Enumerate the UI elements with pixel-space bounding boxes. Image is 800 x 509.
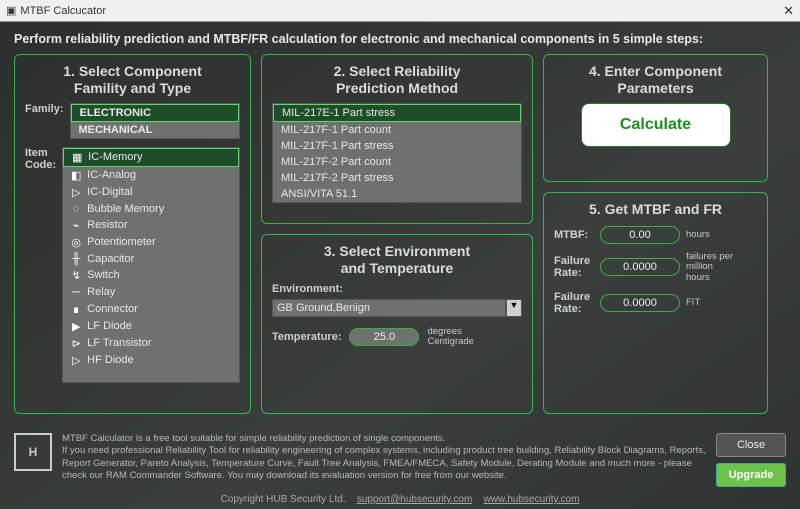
chip-icon: ◧ [69,169,83,182]
method-mil217e1-stress[interactable]: MIL-217E-1 Part stress [273,104,521,122]
temperature-input[interactable] [349,328,419,346]
temp-unit-l1: degrees [427,326,461,337]
item-lf-transistor[interactable]: ⊳LF Transistor [63,335,239,352]
method-mil217f2-stress[interactable]: MIL-217F-2 Part stress [273,170,521,186]
item-switch[interactable]: ↯Switch [63,267,239,284]
transistor-icon: ⊳ [69,337,83,350]
panel-results: 5. Get MTBF and FR MTBF: hours Failure R… [543,192,768,414]
resistor-icon: ⌁ [69,219,83,232]
family-item-mechanical[interactable]: MECHANICAL [71,122,239,138]
calculate-button[interactable]: Calculate [581,103,731,147]
fr2-label-l2: Rate: [554,303,582,315]
support-email-link[interactable]: support@hubsecurity.com [357,494,473,505]
itemcode-label-l1: Item [25,147,48,159]
item-hf-diode[interactable]: ▷HF Diode [63,352,239,369]
temp-unit-l2: Centigrade [427,336,473,347]
temperature-label: Temperature: [272,331,341,343]
item-resistor[interactable]: ⌁Resistor [63,217,239,234]
fr2-label-l1: Failure [554,291,590,303]
website-link[interactable]: www.hubsecurity.com [483,494,579,505]
fr1-label-l2: Rate: [554,267,582,279]
pot-icon: ◎ [69,236,83,249]
method-mil217f2-count[interactable]: MIL-217F-2 Part count [273,154,521,170]
item-capacitor[interactable]: ╫Capacitor [63,251,239,267]
intro-text: Perform reliability prediction and MTBF/… [14,32,786,46]
chip-icon: ▷ [69,186,83,199]
fr2-value[interactable] [600,294,680,312]
fr1-unit-l3: hours [686,272,710,283]
panel-environment: 3. Select Environment and Temperature En… [261,234,533,414]
fr1-unit-l2: million [686,261,713,272]
item-ic-memory[interactable]: ▦IC-Memory [63,148,239,167]
close-button[interactable]: Close [716,433,786,457]
method-list[interactable]: MIL-217E-1 Part stress MIL-217F-1 Part c… [272,103,522,203]
panel2-title-l1: 2. Select Reliability [334,63,461,79]
logo-icon: H [14,433,52,471]
title-bar: ▣ MTBF Calcucator ✕ [0,0,800,22]
environment-label: Environment: [272,283,522,295]
close-icon[interactable]: ✕ [783,3,794,19]
switch-icon: ↯ [69,269,83,282]
fr1-label-l1: Failure [554,255,590,267]
panel-select-component: 1. Select Component Famility and Type Fa… [14,54,251,414]
connector-icon: ∎ [69,303,83,316]
capacitor-icon: ╫ [69,253,83,265]
panel4-title-l2: Parameters [617,80,693,96]
family-list[interactable]: ELECTRONIC MECHANICAL [70,103,240,139]
environment-select[interactable]: GB Ground,Benign [272,299,506,317]
panel1-title-l1: 1. Select Component [63,63,201,79]
chip-icon: ▦ [70,151,84,164]
item-ic-analog[interactable]: ◧IC-Analog [63,167,239,184]
chevron-down-icon[interactable]: ▼ [506,299,522,317]
method-mil217f1-stress[interactable]: MIL-217F-1 Part stress [273,138,521,154]
itemcode-list[interactable]: ▦IC-Memory ◧IC-Analog ▷IC-Digital ◌Bubbl… [62,147,240,383]
app-body: Perform reliability prediction and MTBF/… [0,22,800,509]
mtbf-label: MTBF: [554,229,594,241]
footer-line1: MTBF Calculator is a free tool suitable … [62,433,706,445]
fr2-unit: FIT [686,298,700,308]
panel4-title-l1: 4. Enter Component [589,63,722,79]
family-item-electronic[interactable]: ELECTRONIC [71,104,239,122]
panel3-title-l1: 3. Select Environment [324,243,470,259]
mtbf-value[interactable] [600,226,680,244]
footer-line2: If you need professional Reliability Too… [62,445,706,482]
item-potentiometer[interactable]: ◎Potentiometer [63,234,239,251]
panel-parameters: 4. Enter Component Parameters Calculate [543,54,768,182]
diode-icon: ▷ [69,354,83,367]
copyright-text: Copyright HUB Security Ltd. [221,494,346,505]
fr1-value[interactable] [600,258,680,276]
panel1-title-l2: Famility and Type [74,80,191,96]
panel2-title-l2: Prediction Method [336,80,458,96]
item-bubble-memory[interactable]: ◌Bubble Memory [63,201,239,217]
panel5-title: 5. Get MTBF and FR [554,201,757,218]
family-label: Family: [25,103,64,115]
upgrade-button[interactable]: Upgrade [716,463,786,487]
window-title: MTBF Calcucator [20,5,106,17]
panel3-title-l2: and Temperature [341,260,454,276]
mtbf-unit: hours [686,230,710,240]
item-lf-diode[interactable]: ▶LF Diode [63,318,239,335]
itemcode-label-l2: Code: [25,159,56,171]
item-relay[interactable]: ⎓Relay [63,284,239,301]
bubble-icon: ◌ [69,203,83,215]
diode-icon: ▶ [69,320,83,333]
method-mil217f1-count[interactable]: MIL-217F-1 Part count [273,122,521,138]
method-ansi-vita[interactable]: ANSI/VITA 51.1 [273,186,521,202]
item-ic-digital[interactable]: ▷IC-Digital [63,184,239,201]
relay-icon: ⎓ [69,286,83,299]
panel-prediction-method: 2. Select Reliability Prediction Method … [261,54,533,224]
fr1-unit-l1: failures per [686,251,733,262]
app-icon: ▣ [6,4,16,17]
item-connector[interactable]: ∎Connector [63,301,239,318]
